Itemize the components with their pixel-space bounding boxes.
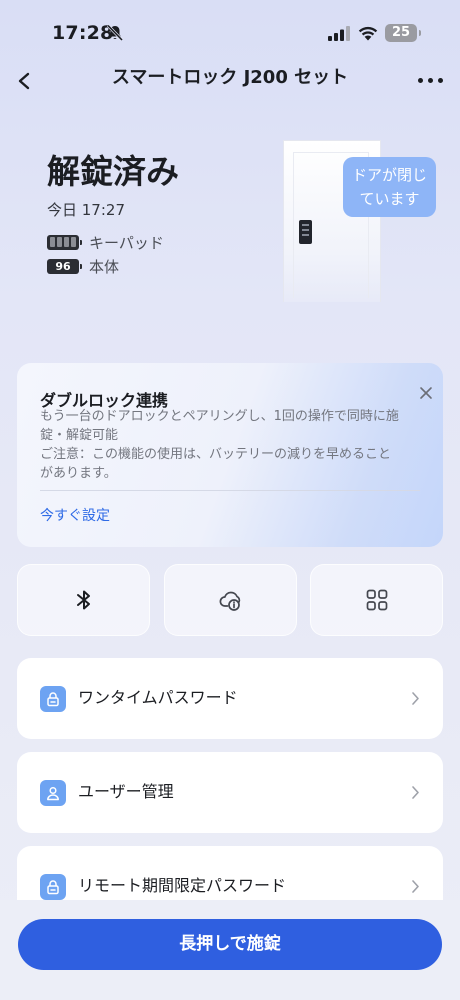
double-lock-promo-card: ダブルロック連携 もう一台のドアロックとペアリングし、1回の操作で同時に施 錠・… bbox=[17, 363, 443, 547]
more-apps-button[interactable] bbox=[310, 564, 443, 636]
bluetooth-button[interactable] bbox=[17, 564, 150, 636]
door-status-line-1: ドアが閉じ bbox=[351, 166, 427, 184]
setup-now-link[interactable]: 今すぐ設定 bbox=[40, 505, 110, 525]
promo-note-line-2: があります。 bbox=[40, 466, 117, 481]
promo-note-line-1: ご注意：この機能の使用は、バッテリーの減りを早めること bbox=[40, 447, 392, 462]
body-battery-level: 96 bbox=[55, 259, 71, 273]
lock-icon bbox=[40, 874, 66, 900]
body-battery-icon: 96 bbox=[47, 258, 82, 274]
body-battery-label: 本体 bbox=[89, 257, 120, 276]
list-item-label: リモート期間限定パスワード bbox=[78, 876, 287, 895]
keypad-battery-icon bbox=[47, 234, 82, 250]
list-item-label: ワンタイムパスワード bbox=[78, 688, 238, 707]
keypad-battery-row: キーパッド bbox=[47, 232, 164, 252]
promo-description: もう一台のドアロックとペアリングし、1回の操作で同時に施 錠・解錠可能 ご注意：… bbox=[40, 407, 425, 483]
page-title: スマートロック J200 セット bbox=[111, 67, 349, 88]
bell-slash-icon bbox=[106, 24, 124, 42]
grid-icon bbox=[366, 589, 387, 611]
list-item-user-management[interactable]: ユーザー管理 bbox=[17, 752, 443, 833]
cloud-info-icon bbox=[219, 591, 240, 611]
battery-icon: 25 bbox=[385, 24, 421, 42]
body-battery-row: 96 本体 bbox=[47, 256, 119, 276]
door-status-bubble: ドアが閉じ ています bbox=[343, 157, 436, 217]
door-keypad-graphic bbox=[299, 220, 312, 244]
signal-icon bbox=[328, 26, 350, 41]
promo-description-line-2: 錠・解錠可能 bbox=[40, 428, 119, 443]
wifi-icon bbox=[358, 26, 378, 41]
user-icon bbox=[40, 780, 66, 806]
promo-description-line-1: もう一台のドアロックとペアリングし、1回の操作で同時に施 bbox=[40, 409, 399, 424]
chevron-right-icon bbox=[412, 786, 419, 799]
more-options-icon[interactable] bbox=[416, 70, 446, 90]
lock-status-time: 今日 17:27 bbox=[47, 201, 125, 219]
bluetooth-icon bbox=[76, 590, 90, 610]
status-bar: 17:28 25 bbox=[0, 0, 460, 60]
cloud-status-button[interactable] bbox=[164, 564, 297, 636]
promo-divider bbox=[40, 490, 420, 491]
status-time: 17:28 bbox=[52, 22, 114, 44]
list-item-label: ユーザー管理 bbox=[78, 782, 174, 801]
list-item-one-time-password[interactable]: ワンタイムパスワード bbox=[17, 658, 443, 739]
keypad-battery-label: キーパッド bbox=[89, 233, 164, 252]
hold-to-lock-button[interactable]: 長押しで施錠 bbox=[18, 919, 442, 970]
door-status-line-2: ています bbox=[359, 190, 420, 208]
close-icon[interactable] bbox=[418, 385, 434, 401]
lock-icon bbox=[40, 686, 66, 712]
chevron-right-icon bbox=[412, 692, 419, 705]
chevron-right-icon bbox=[412, 880, 419, 893]
lock-status: 解錠済み bbox=[47, 152, 179, 191]
